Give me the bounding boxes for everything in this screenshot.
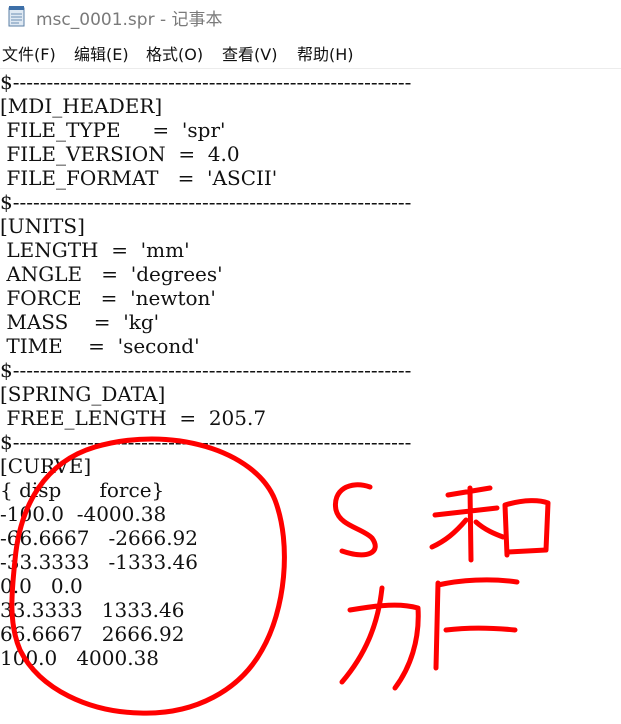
text-line: FILE_TYPE = 'spr' [0,118,226,142]
text-line: 0.0 0.0 [0,574,83,598]
text-line: 66.6667 2666.92 [0,622,185,646]
text-line: $---------------------------------------… [0,430,412,454]
text-line: 100.0 4000.38 [0,646,160,670]
notepad-window: msc_0001.spr - 记事本 文件(F) 编辑(E) 格式(O) 查看(… [0,0,621,724]
text-line: [UNITS] [0,214,85,238]
text-line: [SPRING_DATA] [0,382,166,406]
text-line: $---------------------------------------… [0,70,412,94]
text-line: FILE_FORMAT = 'ASCII' [0,166,278,190]
text-line: -66.6667 -2666.92 [0,526,198,550]
menu-view[interactable]: 查看(V) [222,41,277,65]
text-line: $---------------------------------------… [0,190,412,214]
text-line: [MDI_HEADER] [0,94,163,118]
text-line: FREE_LENGTH = 205.7 [0,406,267,430]
text-line: MASS = 'kg' [0,310,160,334]
text-editor[interactable]: $---------------------------------------… [0,70,621,724]
menu-bar: 文件(F) 编辑(E) 格式(O) 查看(V) 帮助(H) [0,36,621,69]
menu-help[interactable]: 帮助(H) [297,41,354,65]
text-line: FILE_VERSION = 4.0 [0,142,240,166]
text-line: $---------------------------------------… [0,358,412,382]
text-line: { disp force} [0,478,165,502]
menu-edit[interactable]: 编辑(E) [74,41,129,65]
text-line: FORCE = 'newton' [0,286,216,310]
text-line: [CURVE] [0,454,92,478]
notepad-icon [8,6,25,27]
window-title: msc_0001.spr - 记事本 [36,10,223,30]
text-line: -100.0 -4000.38 [0,502,167,526]
menu-file[interactable]: 文件(F) [2,41,56,65]
title-bar[interactable]: msc_0001.spr - 记事本 [0,0,621,34]
menu-format[interactable]: 格式(O) [146,41,203,65]
text-line: ANGLE = 'degrees' [0,262,223,286]
text-line: LENGTH = 'mm' [0,238,190,262]
text-line: 33.3333 1333.46 [0,598,185,622]
text-line: TIME = 'second' [0,334,200,358]
text-line: -33.3333 -1333.46 [0,550,198,574]
